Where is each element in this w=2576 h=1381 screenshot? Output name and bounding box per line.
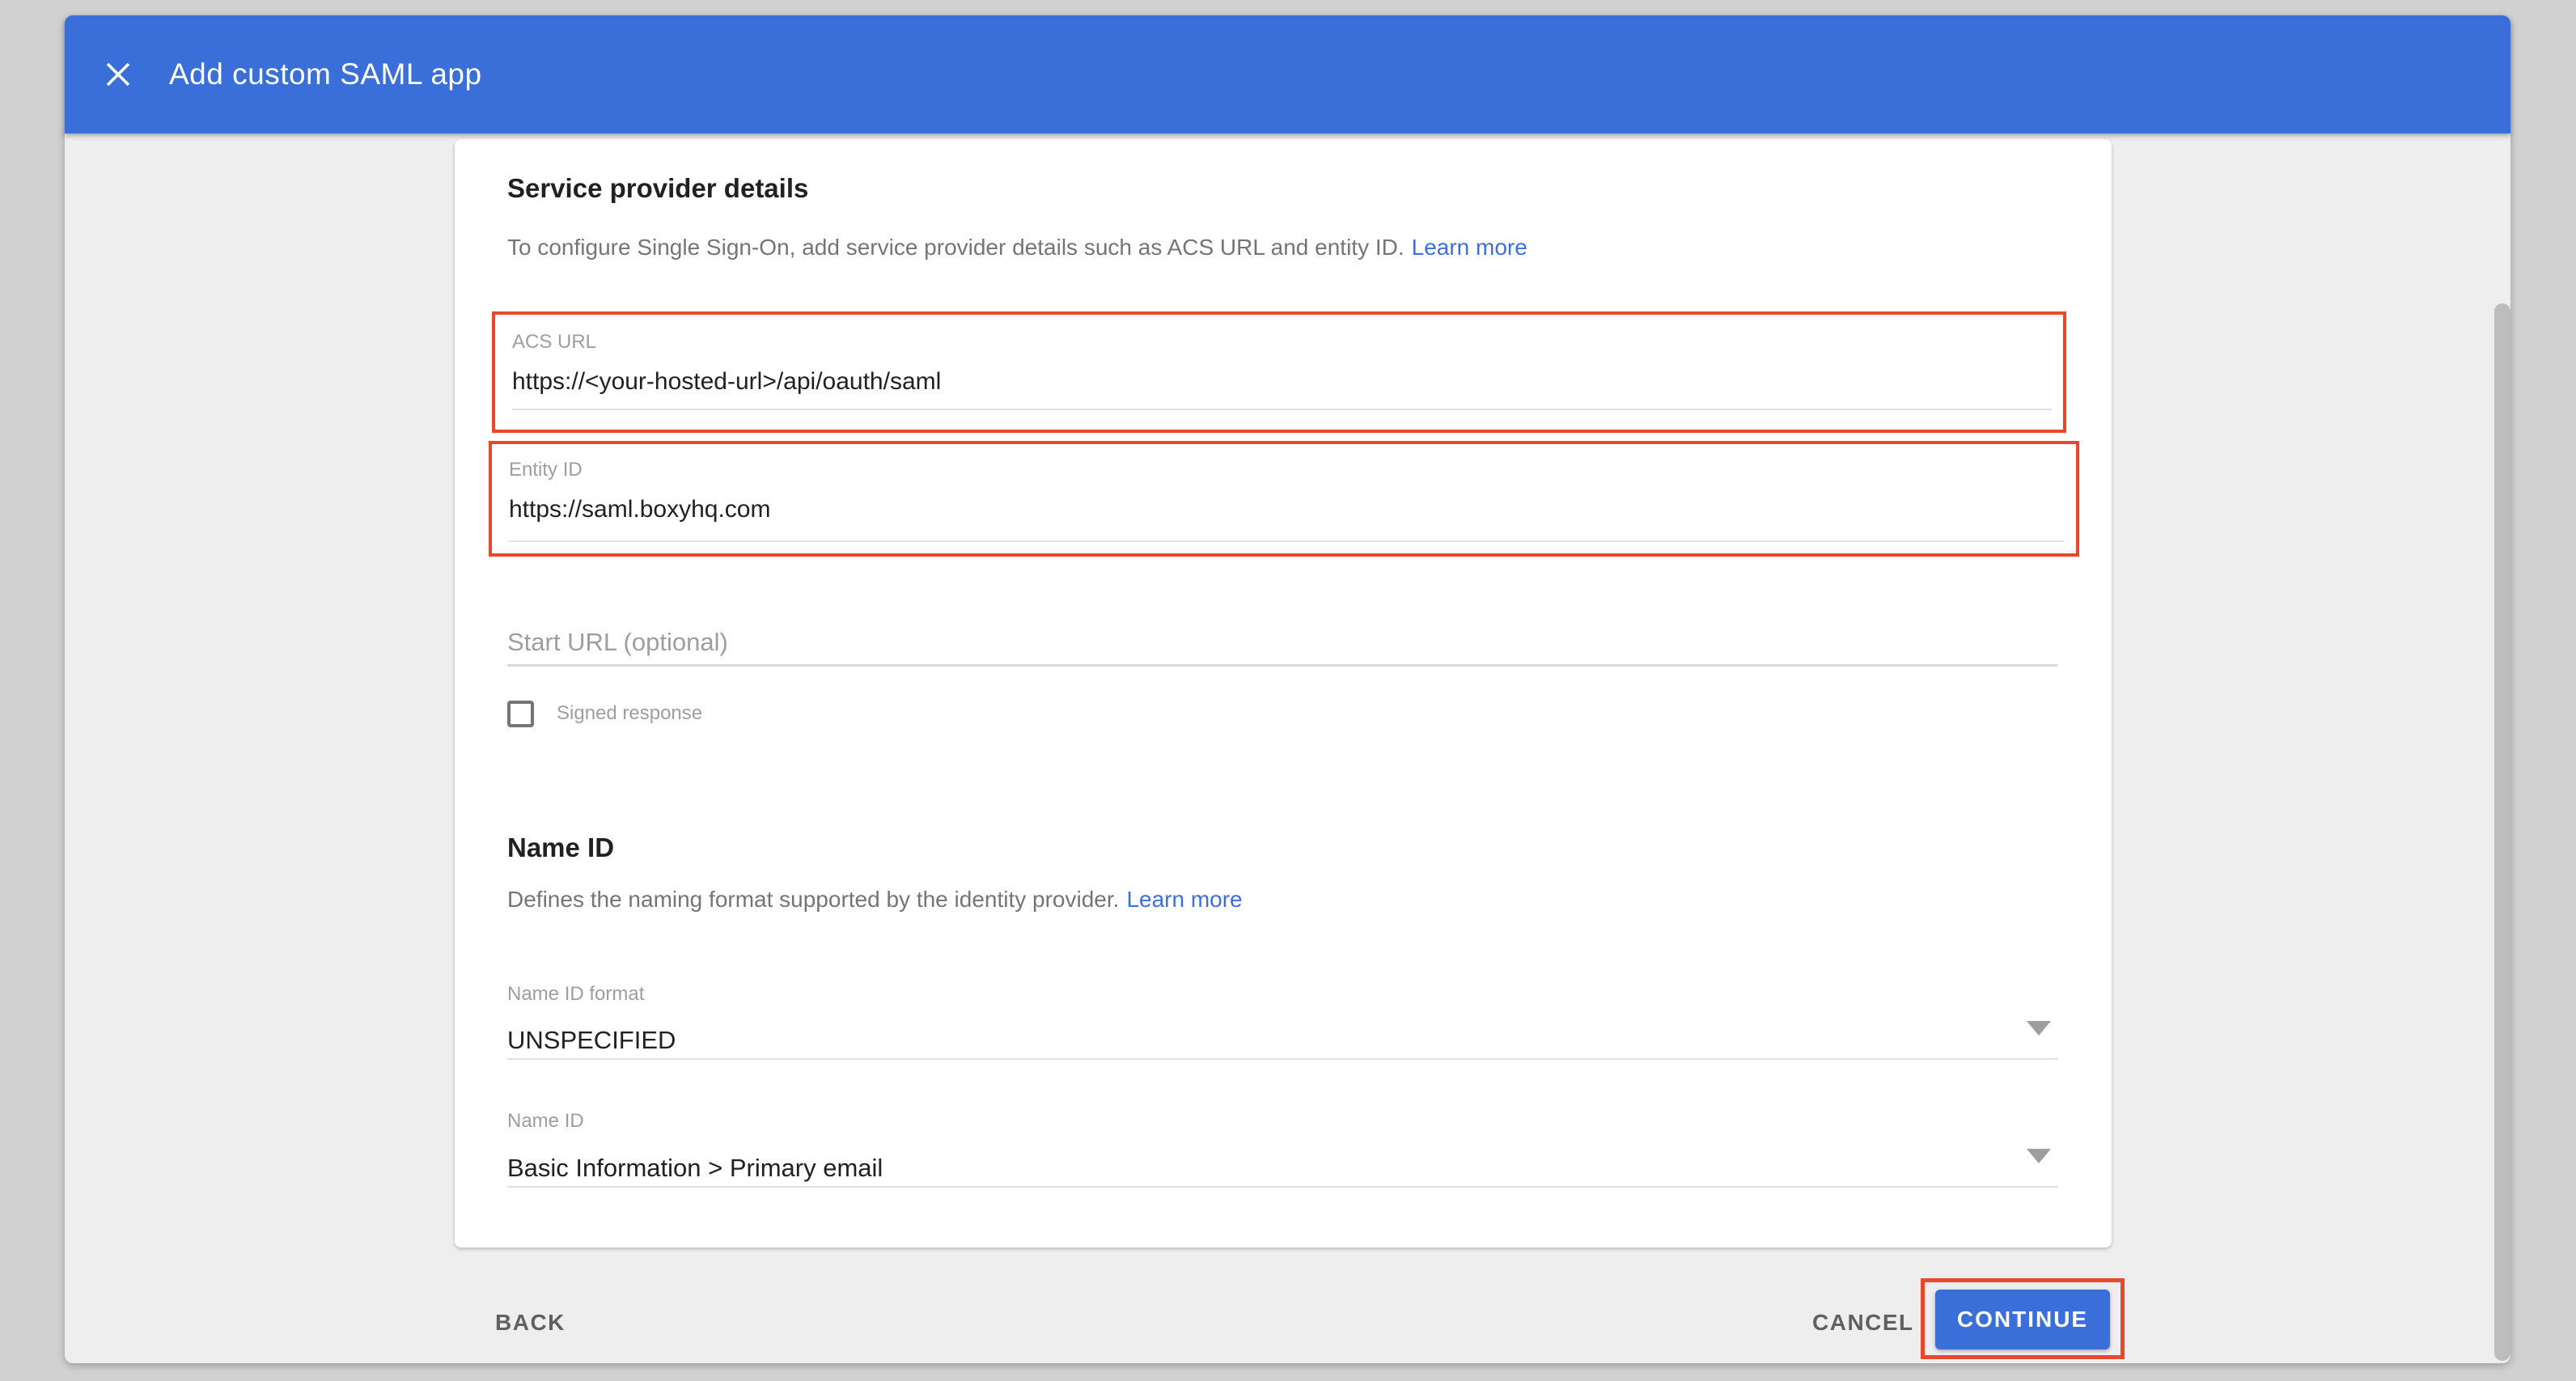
vertical-scrollbar[interactable] [2494,303,2510,1361]
acs-url-label: ACS URL [512,331,596,354]
acs-url-underline [512,409,2052,410]
entity-id-label: Entity ID [509,459,583,481]
entity-id-input[interactable]: https://saml.boxyhq.com [509,496,770,523]
entity-id-field-highlight: Entity ID https://saml.boxyhq.com [489,441,2079,557]
acs-url-field-highlight: ACS URL https://<your-hosted-url>/api/oa… [492,311,2066,433]
dialog-header: Add custom SAML app [65,15,2510,133]
name-id-description-text: Defines the naming format supported by t… [507,887,1119,912]
close-icon [102,58,134,91]
signed-response-checkbox[interactable] [507,701,534,727]
name-id-format-label: Name ID format [507,983,644,1006]
close-button[interactable] [93,49,143,100]
back-button[interactable]: BACK [495,1310,566,1336]
service-provider-card: Service provider details To configure Si… [455,139,2112,1248]
start-url-input[interactable]: Start URL (optional) [507,628,728,657]
acs-url-input[interactable]: https://<your-hosted-url>/api/oauth/saml [512,368,941,396]
signed-response-label: Signed response [557,702,702,725]
continue-button[interactable]: CONTINUE [1935,1290,2110,1349]
service-provider-description-text: To configure Single Sign-On, add service… [507,235,1405,260]
name-id-label: Name ID [507,1110,584,1133]
learn-more-link-service-provider[interactable]: Learn more [1412,235,1527,260]
name-id-select[interactable]: Basic Information > Primary email [507,1154,883,1183]
add-custom-saml-app-dialog: Add custom SAML app Service provider det… [65,15,2510,1363]
continue-button-highlight: CONTINUE [1921,1278,2125,1359]
learn-more-link-name-id[interactable]: Learn more [1126,887,1242,912]
cancel-button[interactable]: CANCEL [1812,1310,1889,1336]
entity-id-underline [509,540,2065,542]
chevron-down-icon[interactable] [2027,1149,2051,1163]
section-title-service-provider: Service provider details [507,172,808,205]
name-id-description: Defines the naming format supported by t… [507,885,1243,914]
dialog-title: Add custom SAML app [169,57,482,91]
name-id-underline [507,1186,2057,1188]
name-id-format-underline [507,1058,2057,1060]
section-title-name-id: Name ID [507,831,614,865]
start-url-underline [507,664,2057,667]
name-id-format-select[interactable]: UNSPECIFIED [507,1026,676,1055]
service-provider-description: To configure Single Sign-On, add service… [507,233,1527,262]
signed-response-row: Signed response [507,697,702,731]
chevron-down-icon[interactable] [2027,1021,2051,1036]
screen: Add custom SAML app Service provider det… [0,0,2576,1381]
